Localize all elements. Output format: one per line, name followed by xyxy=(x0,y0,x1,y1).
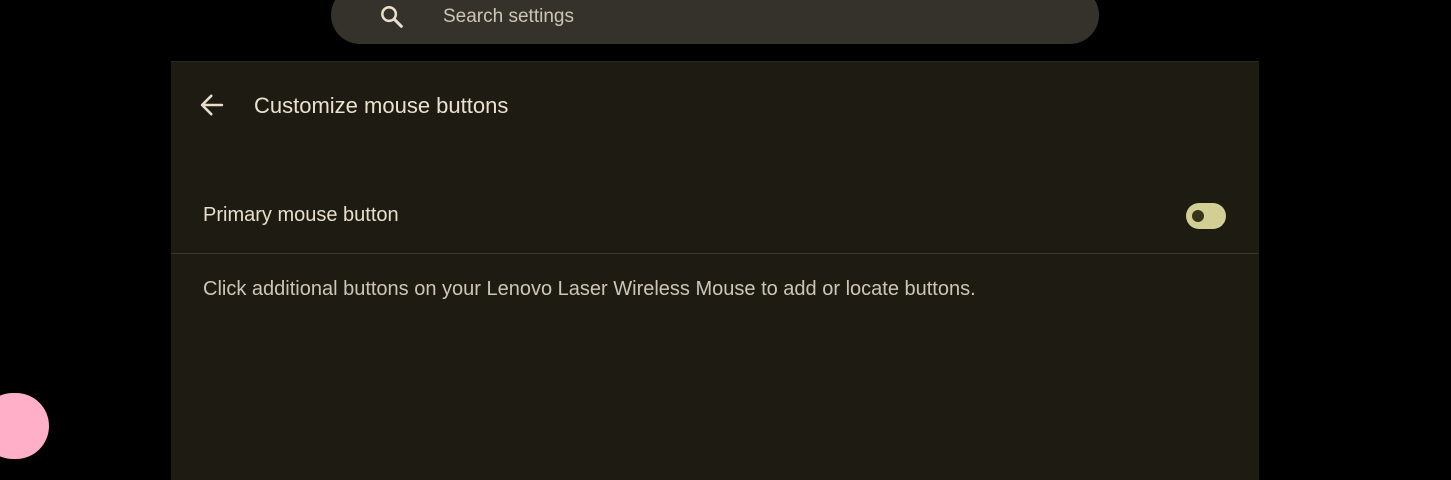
back-button[interactable] xyxy=(195,88,229,122)
settings-panel: Customize mouse buttons Primary mouse bu… xyxy=(171,61,1259,480)
primary-mouse-button-toggle[interactable] xyxy=(1186,203,1226,229)
screen: Search settings Customize mouse buttons … xyxy=(0,0,1451,480)
search-input[interactable]: Search settings xyxy=(443,6,574,28)
primary-mouse-button-label: Primary mouse button xyxy=(203,204,399,226)
hint-text: Click additional buttons on your Lenovo … xyxy=(203,278,976,300)
floating-bubble[interactable] xyxy=(0,393,49,459)
search-icon xyxy=(381,6,403,28)
toggle-knob xyxy=(1192,210,1204,222)
search-bar[interactable]: Search settings xyxy=(331,0,1099,44)
arrow-left-icon xyxy=(200,94,224,116)
page-title: Customize mouse buttons xyxy=(254,93,509,118)
primary-mouse-button-row[interactable]: Primary mouse button xyxy=(171,184,1259,254)
